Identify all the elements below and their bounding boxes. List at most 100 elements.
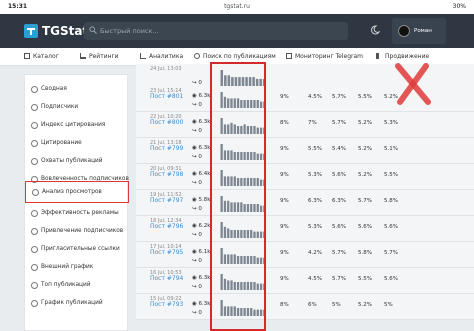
search-input[interactable]: Быстрый поиск... [84,22,348,40]
post-link[interactable]: Пост #799 [150,145,183,152]
user-menu[interactable]: Роман [392,18,446,44]
sidebar-item-label: Подписчики [41,104,79,110]
percent-cell: 5.8% [384,198,398,204]
table-row: 19 Jul, 11:52 Пост #797 ◉ 5.8k ↪ 0 9% 6.3% 6.3… [136,190,474,216]
search-icon [194,53,200,59]
sidebar-item-views-analysis[interactable]: Анализ просмотров [25,181,129,203]
logo-icon [24,24,38,38]
nav-post-search[interactable]: Поиск по публикациям [194,53,276,60]
percent-cell: 5.2% [358,302,372,308]
sidebar-item-post-schedule[interactable]: График публикаций [25,293,129,315]
post-link[interactable]: Пост #793 [150,301,183,308]
percent-cell: 5.6% [332,224,346,230]
sidebar-item-label: Анализ просмотров [42,189,102,195]
sidebar-item-label: График публикаций [41,300,103,306]
post-link[interactable]: Пост #794 [150,275,183,282]
logo-text[interactable]: TGStat [42,24,88,38]
percent-cell: 5.1% [384,146,398,152]
post-shares: ↪ 0 [192,102,202,108]
percent-cell: 5.5% [308,146,322,152]
percent-cell: 8% [280,302,289,308]
percent-cell: 5.6% [358,224,372,230]
nav-label: Поиск по публикациям [203,53,276,60]
nav-ratings[interactable]: Рейтинги [80,53,119,60]
percent-cell: 9% [280,172,289,178]
percent-cell: 5.7% [332,250,346,256]
nav-monitoring[interactable]: Мониторинг Telegram [286,53,363,60]
nav-label: Рейтинги [89,53,119,60]
post-shares: ↪ 0 [192,128,202,134]
sidebar-item-label: Эффективность рекламы [41,210,119,216]
post-shares: ↪ 0 [192,258,202,264]
post-shares: ↪ 0 [192,180,202,186]
percent-cell: 5.7% [384,250,398,256]
post-link[interactable]: Пост #801 [150,93,183,100]
nav-label: Каталог [33,53,59,60]
table-row: 18 Jul, 12:34 Пост #796 ◉ 6.2k ↪ 0 9% 5.3% 5.6… [136,216,474,242]
search-placeholder: Быстрый поиск... [100,27,159,35]
table-row: 20 Jul, 09:31 Пост #798 ◉ 6.4k ↪ 0 9% 5.3% 5.6… [136,164,474,190]
post-shares: ↪ 0 [192,232,202,238]
address-url[interactable]: tgstat.ru [0,3,474,10]
sidebar-item-label: Привлечение подписчиков [41,228,124,234]
percent-cell: 5.3% [384,120,398,126]
table-row: 16 Jul, 10:53 Пост #794 ◉ 6.3k ↪ 0 9% 4.5% 5.7… [136,268,474,294]
percent-cell: 4.5% [308,276,322,282]
grid-icon [24,53,30,59]
post-views: ◉ 6.3k [192,93,211,99]
post-link[interactable]: Пост #796 [150,223,183,230]
moon-icon[interactable] [370,25,380,35]
post-views: ◉ 6.1k [192,249,211,255]
post-link[interactable]: Пост #797 [150,197,183,204]
dot-icon [31,86,38,93]
table-row: 21 Jul, 13:18 Пост #799 ◉ 6.3k ↪ 0 9% 5.5% 5.4… [136,138,474,164]
post-date: 24 Jul, 13:03 [150,66,182,72]
percent-cell: 8% [280,120,289,126]
percent-cell: 5.7% [332,120,346,126]
post-views: ◉ 6.3k [192,301,211,307]
site-header: TGStat Быстрый поиск... Роман [0,14,474,48]
nav-promotion[interactable]: Продвижение [376,53,429,60]
monitor-icon [286,53,292,59]
eye-icon [31,158,38,165]
post-link[interactable]: Пост #795 [150,249,183,256]
views-icon [32,189,39,196]
sidebar-item-label: Пригласительные ссылки [41,246,120,252]
percent-cell: 9% [280,250,289,256]
external-icon [31,264,38,271]
percent-cell: 5.6% [384,276,398,282]
percent-cell: 5% [332,302,341,308]
nav-analytics[interactable]: Аналитика [140,53,183,60]
percent-cell: 6.3% [308,198,322,204]
promo-icon [376,53,382,59]
sidebar-item-label: Индекс цитирования [41,122,106,128]
post-views: ◉ 6.3k [192,119,211,125]
sidebar: Сводная Подписчики Индекс цитирования Ци… [24,74,129,331]
percent-cell: 5.5% [358,276,372,282]
percent-cell: 9% [280,276,289,282]
post-views: ◉ 5.8k [192,197,211,203]
analytics-icon [140,53,146,59]
percent-cell: 5.3% [308,224,322,230]
percent-cell: 6% [308,302,317,308]
cross-mark-icon [395,63,431,105]
percent-cell: 9% [280,146,289,152]
percent-cell: 5.7% [358,198,372,204]
post-link[interactable]: Пост #800 [150,119,183,126]
chart-icon [31,122,38,129]
quote-icon [31,140,38,147]
post-shares: ↪ 0 [192,284,202,290]
percent-cell: 5.2% [358,146,372,152]
percent-cell: 6.3% [332,198,346,204]
percent-cell: 5.2% [358,120,372,126]
percent-cell: 4.5% [308,94,322,100]
percent-cell: 9% [280,198,289,204]
post-views: ◉ 6.3k [192,275,211,281]
percent-cell: 5.4% [332,146,346,152]
post-views: ◉ 6.3k [192,145,211,151]
nav-catalog[interactable]: Каталог [24,53,59,60]
post-link[interactable]: Пост #798 [150,171,183,178]
percent-cell: 5.7% [332,276,346,282]
nav-label: Продвижение [385,53,430,60]
percent-cell: 5.5% [358,94,372,100]
